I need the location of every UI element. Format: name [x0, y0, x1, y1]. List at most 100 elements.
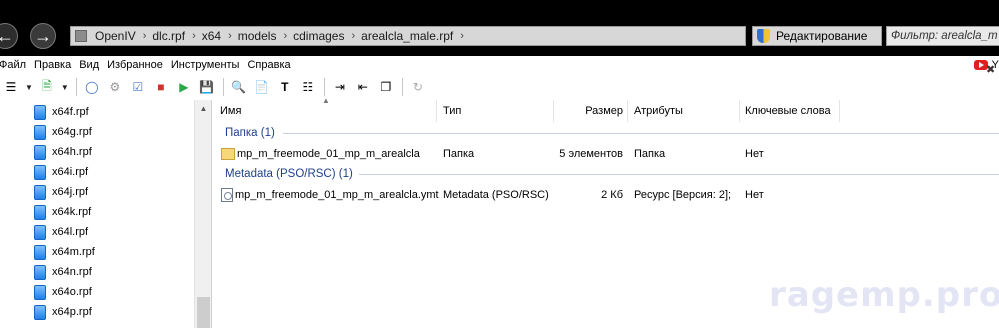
menu-tools[interactable]: Инструменты — [167, 59, 244, 71]
tools-icon[interactable]: ⚙ — [106, 78, 124, 96]
globe-icon[interactable]: ◯ — [83, 78, 101, 96]
document-icon[interactable]: 📄 — [253, 78, 271, 96]
list-view-icon[interactable]: ☰ — [2, 78, 20, 96]
chevron-right-icon[interactable]: › — [192, 30, 200, 42]
group-header-label: Папка (1) — [225, 127, 275, 139]
tree-item[interactable]: x64i.rpf — [34, 162, 88, 182]
chevron-right-icon[interactable]: › — [351, 30, 359, 42]
export-icon[interactable]: ⇤ — [354, 78, 372, 96]
group-divider — [283, 133, 999, 134]
keywords-cell: Нет — [745, 189, 764, 201]
column-header-label: Тип — [443, 105, 462, 117]
tree-item-label: x64i.rpf — [52, 166, 89, 178]
refresh-icon[interactable]: ↻ — [409, 78, 427, 96]
breadcrumb-item[interactable]: cdimages — [291, 29, 351, 43]
tree-item[interactable]: x64n.rpf — [34, 262, 92, 282]
new-file-icon[interactable]: 🗎 — [38, 78, 56, 96]
menu-favorites[interactable]: Избранное — [103, 59, 167, 71]
keywords-cell: Нет — [745, 148, 764, 160]
chevron-right-icon[interactable]: › — [228, 30, 236, 42]
column-header-label: Ключевые слова — [745, 105, 831, 117]
file-name: mp_m_freemode_01_mp_m_arealcla — [237, 148, 420, 160]
colored-blocks-icon[interactable]: ■ — [152, 78, 170, 96]
scroll-up-icon[interactable]: ▲ — [195, 100, 212, 117]
ymt-file-icon — [221, 188, 233, 202]
group-header-label: Metadata (PSO/RSC) (1) — [225, 168, 353, 180]
tree-item[interactable]: x64o.rpf — [34, 282, 92, 302]
tree-item-label: x64n.rpf — [52, 266, 92, 278]
name-cell: mp_m_freemode_01_mp_m_arealcla.ymt — [221, 185, 439, 205]
text-icon[interactable]: T — [276, 78, 294, 96]
rpf-archive-icon — [34, 144, 46, 160]
chevron-right-icon[interactable]: › — [143, 30, 151, 42]
dropdown-caret-icon[interactable]: ▼ — [61, 83, 69, 92]
import-icon[interactable]: ⇥ — [331, 78, 349, 96]
save-icon[interactable]: 💾 — [198, 78, 216, 96]
column-header-size[interactable]: Размер — [555, 100, 628, 122]
checklist-icon[interactable]: ☑ — [129, 78, 147, 96]
folder-icon — [221, 148, 235, 160]
close-icon[interactable]: ✖ — [986, 63, 997, 76]
rpf-archive-icon — [34, 184, 46, 200]
search-icon[interactable]: 🔍 — [230, 78, 248, 96]
breadcrumb-item[interactable]: OpenIV — [93, 29, 143, 43]
list-item[interactable]: mp_m_freemode_01_mp_m_arealcla Папка 5 э… — [213, 144, 999, 164]
group-header-folders[interactable]: Папка (1) — [225, 124, 275, 142]
properties-icon[interactable]: ☷ — [299, 78, 317, 96]
tree-item[interactable]: x64l.rpf — [34, 222, 88, 242]
breadcrumb-item[interactable]: models — [236, 29, 284, 43]
size-cell: 2 Кб — [601, 189, 623, 201]
breadcrumb-item[interactable]: dlc.rpf — [150, 29, 192, 43]
play-icon[interactable]: ▶ — [175, 78, 193, 96]
filter-text: Фильтр: arealcla_m — [891, 30, 998, 42]
tree-item-label: x64m.rpf — [52, 246, 95, 258]
back-button[interactable]: ← — [0, 23, 18, 49]
menu-bar: Файл Правка Вид Избранное Инструменты Сп… — [0, 56, 999, 74]
tree-item-label: x64p.rpf — [52, 306, 92, 318]
forward-button[interactable]: → — [30, 23, 56, 49]
tree-item[interactable]: x64g.rpf — [34, 122, 92, 142]
breadcrumb-item[interactable]: arealcla_male.rpf — [359, 29, 460, 43]
copy-icon[interactable]: ❐ — [377, 78, 395, 96]
tree-item[interactable]: x64m.rpf — [34, 242, 95, 262]
column-header-attributes[interactable]: Атрибуты — [629, 100, 740, 122]
tree-item-label: x64g.rpf — [52, 126, 92, 138]
menu-edit[interactable]: Правка — [30, 59, 75, 71]
openiv-root-icon — [75, 30, 87, 42]
tree-item[interactable]: x64k.rpf — [34, 202, 91, 222]
arrow-right-icon: → — [34, 25, 52, 46]
menu-view[interactable]: Вид — [75, 59, 103, 71]
file-name: mp_m_freemode_01_mp_m_arealcla.ymt — [235, 189, 439, 201]
dropdown-caret-icon[interactable]: ▼ — [25, 83, 33, 92]
tree-item-label: x64k.rpf — [52, 206, 92, 218]
menu-file[interactable]: Файл — [0, 59, 30, 71]
chevron-right-icon[interactable]: › — [460, 30, 468, 42]
column-header-name[interactable]: ▲ Имя — [213, 96, 437, 122]
name-cell: mp_m_freemode_01_mp_m_arealcla — [221, 144, 420, 164]
shield-icon — [757, 29, 770, 43]
group-header-metadata[interactable]: Metadata (PSO/RSC) (1) — [225, 165, 353, 183]
toolbar-separator — [222, 78, 224, 96]
tree-item[interactable]: x64h.rpf — [34, 142, 92, 162]
address-bar-row: ← → OpenIV › dlc.rpf › x64 › models › cd… — [0, 0, 999, 56]
rpf-archive-icon — [34, 164, 46, 180]
chevron-right-icon[interactable]: › — [283, 30, 291, 42]
tree-scrollbar[interactable]: ▲ — [194, 100, 211, 328]
type-cell: Папка — [443, 148, 475, 160]
list-item[interactable]: mp_m_freemode_01_mp_m_arealcla.ymt Metad… — [213, 185, 999, 205]
tree-item[interactable]: x64p.rpf — [34, 302, 92, 322]
tree-item-label: x64f.rpf — [52, 106, 89, 118]
breadcrumb[interactable]: OpenIV › dlc.rpf › x64 › models › cdimag… — [70, 26, 746, 46]
menu-help[interactable]: Справка — [243, 59, 294, 71]
type-cell: Metadata (PSO/RSC) — [443, 189, 549, 201]
filter-input[interactable]: Фильтр: arealcla_m — [886, 26, 999, 46]
toolbar: ☰ ▼ 🗎 ▼ ◯ ⚙ ☑ ■ ▶ 💾 🔍 📄 T ☷ ⇥ ⇤ ❐ ↻ — [0, 75, 999, 99]
tree-item[interactable]: x64f.rpf — [34, 102, 89, 122]
tree-item[interactable]: x64j.rpf — [34, 182, 88, 202]
breadcrumb-item[interactable]: x64 — [200, 29, 228, 43]
scroll-thumb[interactable] — [197, 297, 210, 328]
column-header-keywords[interactable]: Ключевые слова — [741, 100, 840, 122]
edit-mode-button[interactable]: Редактирование — [752, 26, 882, 46]
column-header-type[interactable]: Тип — [438, 100, 554, 122]
edit-mode-label: Редактирование — [776, 29, 868, 43]
